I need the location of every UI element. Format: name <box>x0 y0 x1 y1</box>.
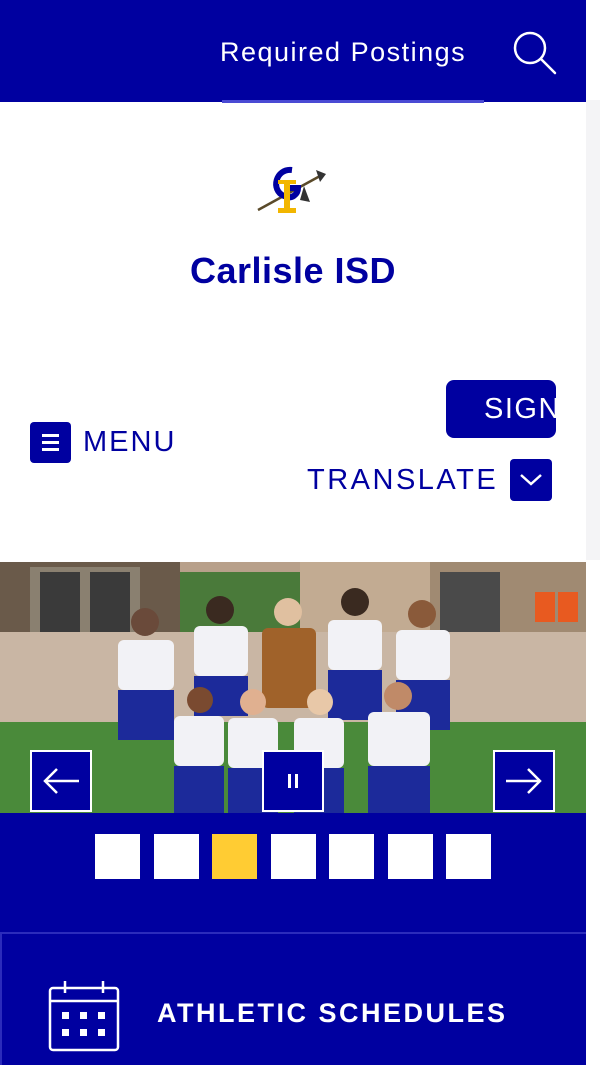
slide-dot-6[interactable] <box>388 834 433 879</box>
hamburger-icon <box>30 421 71 463</box>
site-title[interactable]: Carlisle ISD <box>0 250 586 292</box>
slide-dot-4[interactable] <box>271 834 316 879</box>
search-button[interactable] <box>508 26 560 78</box>
slide-dot-1[interactable] <box>95 834 140 879</box>
slide-dot-3[interactable] <box>212 834 257 879</box>
page: Required Postings Carlisle ISD MENU SIGN <box>0 0 586 1065</box>
slide-dot-2[interactable] <box>154 834 199 879</box>
quick-link-label: ATHLETIC SCHEDULES <box>157 998 508 1028</box>
slideshow-pause-button[interactable] <box>262 750 324 812</box>
chevron-down-icon <box>510 459 553 501</box>
sign-in-button[interactable]: SIGN <box>446 380 556 438</box>
arrow-left-icon <box>43 768 79 794</box>
arrow-right-icon <box>506 768 542 794</box>
required-postings-underline <box>222 100 484 103</box>
pause-icon <box>288 774 291 788</box>
menu-label: MENU <box>83 425 177 458</box>
slide-dot-5[interactable] <box>329 834 374 879</box>
slideshow-pagination <box>0 813 586 932</box>
required-postings-link[interactable]: Required Postings <box>220 30 486 74</box>
translate-dropdown[interactable]: TRANSLATE <box>307 459 553 501</box>
page-edge <box>586 0 600 1065</box>
slideshow-next-button[interactable] <box>493 750 555 812</box>
calendar-icon <box>48 981 120 1052</box>
slideshow-prev-button[interactable] <box>30 750 92 812</box>
district-logo[interactable] <box>254 160 328 222</box>
slide-dot-7[interactable] <box>446 834 491 879</box>
translate-label: TRANSLATE <box>307 463 499 496</box>
search-icon <box>513 31 557 75</box>
top-bar: Required Postings <box>0 0 586 103</box>
menu-button[interactable]: MENU <box>30 420 176 464</box>
quick-link-athletic-schedules[interactable]: ATHLETIC SCHEDULES <box>0 932 586 1065</box>
